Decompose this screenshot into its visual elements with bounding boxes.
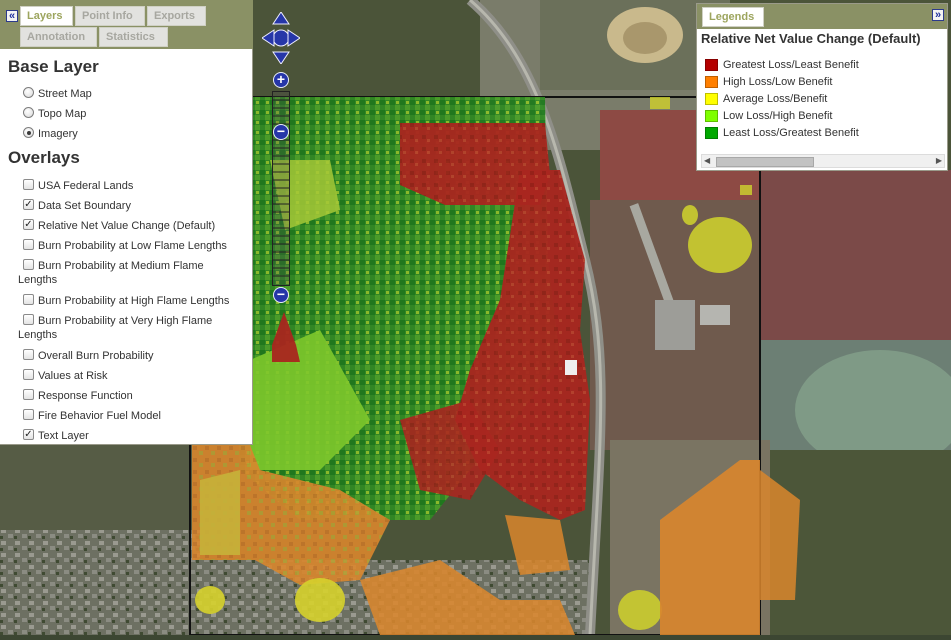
tab-legends[interactable]: Legends <box>702 7 764 27</box>
checkbox[interactable] <box>23 239 34 250</box>
overlay-label: Values at Risk <box>38 370 108 382</box>
radio-button[interactable] <box>23 87 34 98</box>
pan-left-icon[interactable] <box>261 29 275 47</box>
base-layer-title: Base Layer <box>8 57 99 76</box>
pan-down-icon[interactable] <box>272 51 290 65</box>
legend-label: Greatest Loss/Least Benefit <box>723 59 859 71</box>
checkbox-checked[interactable]: ✓ <box>23 199 34 210</box>
overlay-label-continuation: Lengths <box>18 329 58 341</box>
overlay-label: Burn Probability at Very High Flame <box>38 315 213 327</box>
overlay-label: Overall Burn Probability <box>38 350 154 362</box>
scroll-thumb[interactable] <box>716 157 814 167</box>
tab-statistics[interactable]: Statistics <box>99 27 168 47</box>
legend-swatch <box>705 127 718 139</box>
legend-swatch <box>705 76 718 88</box>
overlay-label: Burn Probability at Medium Flame <box>38 260 204 272</box>
overlay-label: Burn Probability at High Flame Lengths <box>38 295 230 307</box>
legend-title: Relative Net Value Change (Default) <box>701 31 921 46</box>
checkbox[interactable] <box>23 314 34 325</box>
option-label: Street Map <box>38 88 92 100</box>
checkbox[interactable] <box>23 259 34 270</box>
collapse-panel-button[interactable]: « <box>6 10 18 22</box>
radio-button-selected[interactable] <box>23 127 34 138</box>
checkbox-checked[interactable]: ✓ <box>23 219 34 230</box>
tab-annotation[interactable]: Annotation <box>20 27 97 47</box>
pan-right-icon[interactable] <box>287 29 301 47</box>
pan-arrows-icon <box>261 11 301 65</box>
legend-label: Low Loss/High Benefit <box>723 110 833 122</box>
layers-tab-bar: « Layers Point Info Exports Annotation S… <box>0 0 253 49</box>
pan-up-icon[interactable] <box>272 11 290 25</box>
radio-button[interactable] <box>23 107 34 118</box>
checkbox[interactable] <box>23 389 34 400</box>
overlay-label-continuation: Lengths <box>18 274 58 286</box>
legend-tab-bar: Legends » <box>697 4 947 29</box>
tab-point-info[interactable]: Point Info <box>75 6 145 26</box>
scroll-left-icon[interactable]: ◀ <box>704 155 710 167</box>
zoom-out-button[interactable]: − <box>273 287 289 303</box>
overlay-label: USA Federal Lands <box>38 180 134 192</box>
checkbox[interactable] <box>23 294 34 305</box>
option-label: Topo Map <box>38 108 87 120</box>
tab-layers[interactable]: Layers <box>20 6 73 26</box>
layers-panel: « Layers Point Info Exports Annotation S… <box>0 0 253 445</box>
overlay-label: Response Function <box>38 390 133 402</box>
legend-label: Least Loss/Greatest Benefit <box>723 127 859 139</box>
overlay-label: Data Set Boundary <box>38 200 131 212</box>
tab-exports[interactable]: Exports <box>147 6 206 26</box>
legend-panel: Legends » Relative Net Value Change (Def… <box>696 3 948 171</box>
checkbox-checked[interactable]: ✓ <box>23 429 34 440</box>
scroll-right-icon[interactable]: ▶ <box>936 155 942 167</box>
checkbox[interactable] <box>23 179 34 190</box>
zoom-slider-track[interactable] <box>272 91 290 286</box>
zoom-ticks <box>273 99 289 277</box>
overlay-label: Burn Probability at Low Flame Lengths <box>38 240 227 252</box>
overlay-label: Relative Net Value Change (Default) <box>38 220 216 232</box>
checkbox[interactable] <box>23 369 34 380</box>
overlay-label: Fire Behavior Fuel Model <box>38 410 161 422</box>
checkbox[interactable] <box>23 349 34 360</box>
legend-swatch <box>705 110 718 122</box>
legend-swatch <box>705 93 718 105</box>
collapse-legend-button[interactable]: » <box>932 9 944 21</box>
legend-label: High Loss/Low Benefit <box>723 76 833 88</box>
zoom-in-button[interactable]: + <box>273 72 289 88</box>
legend-label: Average Loss/Benefit <box>723 93 828 105</box>
legend-horizontal-scrollbar[interactable]: ◀ ▶ <box>701 154 945 168</box>
overlay-label: Text Layer <box>38 430 89 442</box>
legend-swatch <box>705 59 718 71</box>
checkbox[interactable] <box>23 409 34 420</box>
option-label: Imagery <box>38 128 78 140</box>
overlays-title: Overlays <box>8 148 80 167</box>
pan-control <box>261 11 301 65</box>
zoom-slider-handle[interactable]: − <box>273 124 289 140</box>
